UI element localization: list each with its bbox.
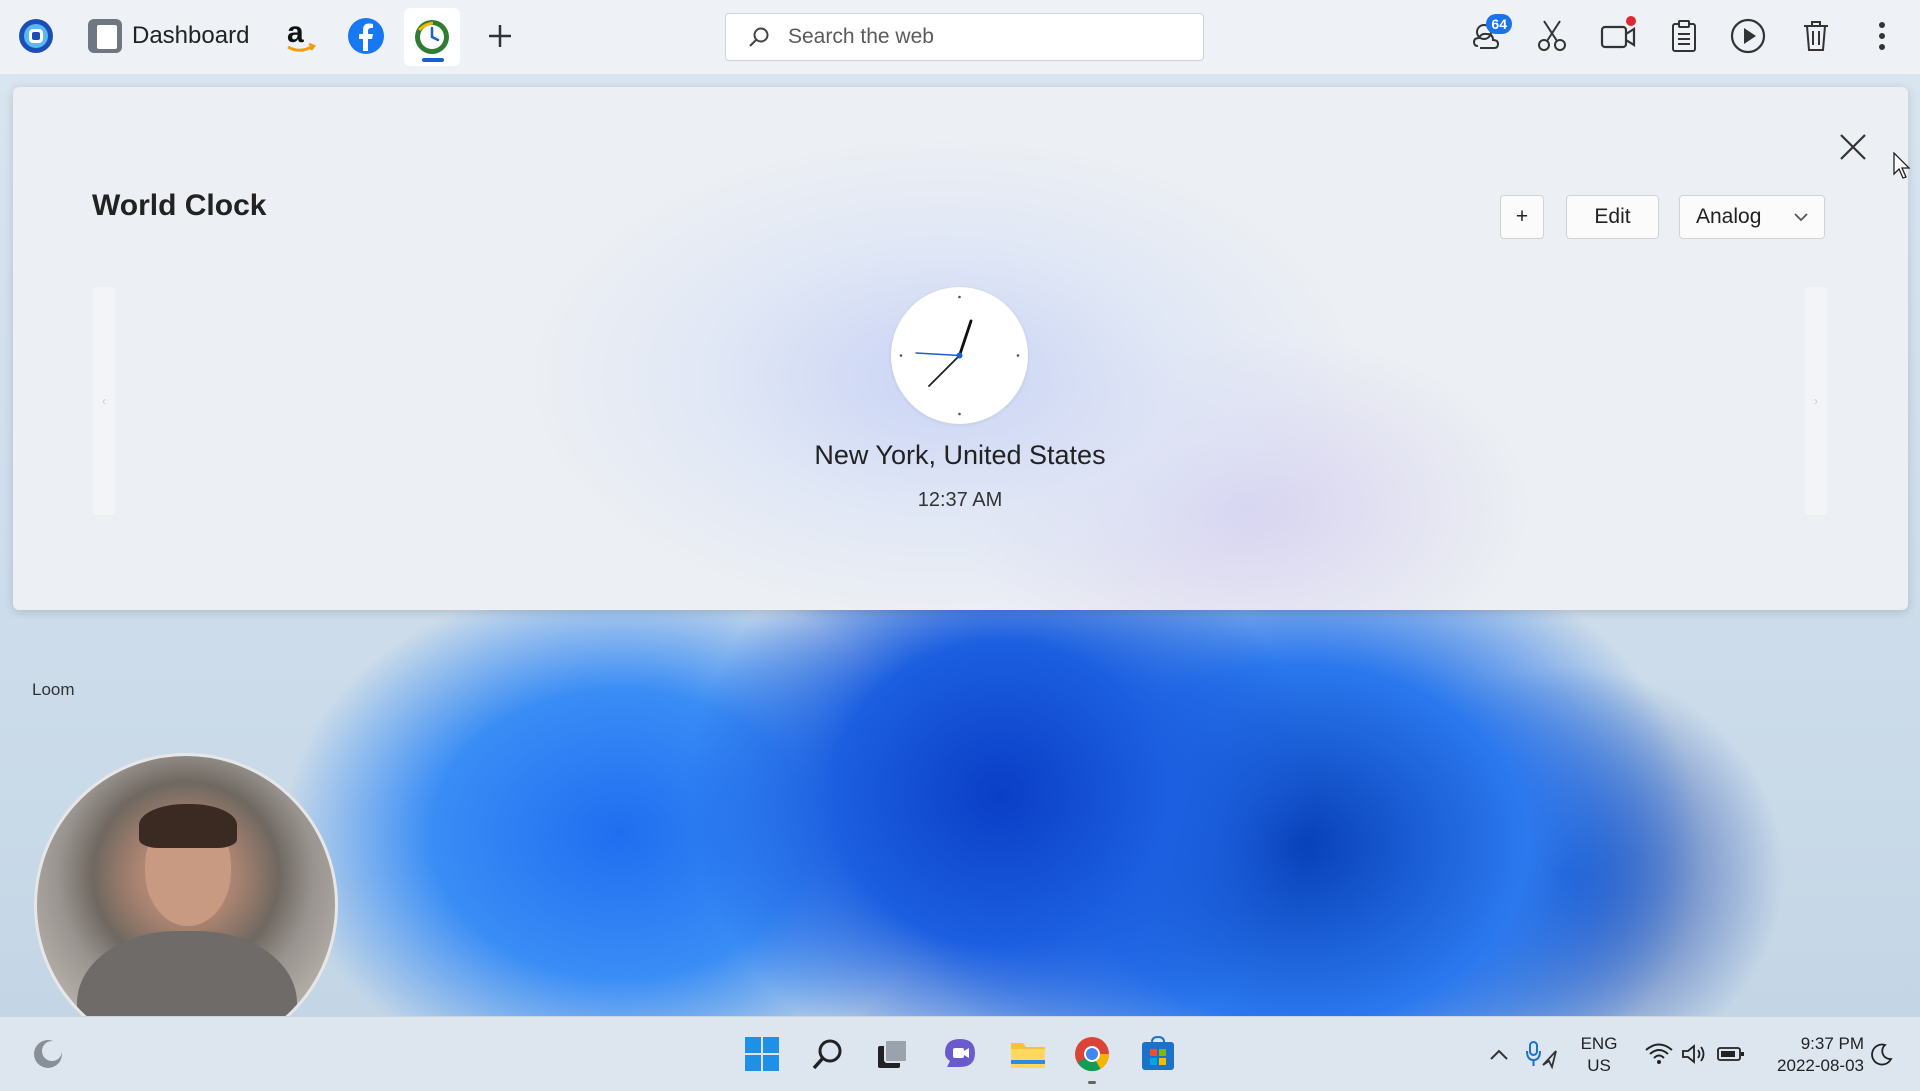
weather-widget-icon: [34, 1040, 62, 1068]
hour-hand: [928, 354, 961, 387]
search-icon: [749, 27, 769, 47]
dashboard-label: Dashboard: [132, 22, 250, 49]
region-code: US: [1587, 1056, 1611, 1075]
facebook-icon[interactable]: [342, 12, 390, 60]
record-video-button[interactable]: [1594, 12, 1642, 60]
clock-date-area[interactable]: 9:37 PM 2022-08-03: [1762, 1033, 1864, 1077]
chevron-up-icon: [1490, 1049, 1508, 1060]
world-clock-panel: World Clock + Edit Analog ‹ › New York, …: [13, 87, 1908, 610]
webcam-bubble[interactable]: [34, 753, 338, 1057]
trash-icon: [1804, 21, 1828, 51]
running-indicator: [1088, 1081, 1096, 1084]
taskbar: ENG US 9:37 PM 2022-08-03: [0, 1016, 1920, 1091]
moon-icon: [1871, 1043, 1893, 1066]
media-play-button[interactable]: [1724, 12, 1772, 60]
add-clock-button[interactable]: +: [1500, 195, 1544, 239]
web-search-box[interactable]: [725, 13, 1204, 61]
plus-icon: [489, 25, 511, 47]
battery-icon: [1717, 1047, 1744, 1061]
focus-assist-button[interactable]: [1864, 1030, 1900, 1078]
store-button[interactable]: [1134, 1030, 1182, 1078]
teams-chat-icon: [945, 1039, 975, 1067]
world-clock-icon: [415, 20, 449, 54]
clock-style-dropdown[interactable]: Analog: [1679, 195, 1825, 239]
world-clock-tab[interactable]: [404, 8, 460, 66]
dashboard-icon: [88, 19, 122, 53]
clipboard-button[interactable]: [1660, 12, 1708, 60]
wifi-icon: [1645, 1043, 1673, 1064]
amazon-icon[interactable]: a: [276, 12, 324, 60]
close-icon: [1840, 134, 1866, 160]
clipboard-icon: [1672, 20, 1696, 52]
volume-icon: [1682, 1044, 1705, 1064]
quick-settings-button[interactable]: [1632, 1030, 1758, 1078]
mic-icon: [1526, 1041, 1557, 1069]
svg-text:a: a: [287, 16, 304, 49]
file-explorer-button[interactable]: [1004, 1030, 1052, 1078]
edit-button[interactable]: Edit: [1566, 195, 1659, 239]
mic-location-button[interactable]: [1522, 1030, 1562, 1078]
webcam-person-hair: [139, 804, 237, 848]
start-button[interactable]: [738, 1030, 786, 1078]
tray-date: 2022-08-03: [1777, 1056, 1864, 1075]
active-tab-indicator: [422, 58, 444, 62]
play-icon: [1730, 18, 1766, 54]
second-hand: [915, 352, 961, 357]
scissors-icon: [1538, 20, 1566, 51]
scroll-left-button[interactable]: ‹: [93, 287, 115, 515]
notification-badge: 64: [1486, 14, 1512, 34]
panel-title: World Clock: [92, 189, 267, 222]
language-code: ENG: [1580, 1034, 1618, 1053]
minute-hand: [958, 319, 973, 357]
input-language[interactable]: ENG US: [1574, 1033, 1624, 1077]
clock-style-value: Analog: [1696, 205, 1762, 228]
app-logo-icon[interactable]: [12, 12, 60, 60]
chevron-down-icon: [1794, 213, 1808, 222]
widget-toolbar: Dashboard a 64: [0, 0, 1920, 75]
clock-city-label: New York, United States: [814, 440, 1106, 470]
chrome-button[interactable]: [1068, 1030, 1116, 1084]
weather-button[interactable]: 64: [1466, 12, 1514, 60]
recording-dot: [1626, 16, 1636, 26]
add-widget-button[interactable]: [476, 12, 524, 60]
file-explorer-icon: [1011, 1043, 1045, 1068]
clock-time-label: 12:37 AM: [917, 489, 1003, 511]
task-view-button[interactable]: [868, 1030, 916, 1078]
dashboard-tab[interactable]: Dashboard: [88, 12, 249, 60]
task-view-icon: [878, 1039, 908, 1068]
chrome-icon: [1075, 1037, 1110, 1072]
teams-chat-button[interactable]: [936, 1030, 984, 1078]
close-panel-button[interactable]: [1833, 127, 1873, 167]
analog-clock: [891, 287, 1028, 424]
taskbar-search-icon: [812, 1039, 842, 1070]
store-icon: [1142, 1036, 1174, 1070]
show-hidden-icons-button[interactable]: [1484, 1030, 1514, 1078]
windows-start-icon: [745, 1037, 779, 1071]
widgets-button[interactable]: [24, 1030, 72, 1078]
loom-label: Loom: [32, 680, 75, 699]
search-input[interactable]: [786, 24, 1170, 50]
mouse-cursor-icon: [1893, 152, 1911, 179]
delete-button[interactable]: [1792, 12, 1840, 60]
taskbar-search-button[interactable]: [804, 1030, 852, 1078]
snip-button[interactable]: [1528, 12, 1576, 60]
scroll-right-button[interactable]: ›: [1805, 287, 1827, 515]
tray-time: 9:37 PM: [1800, 1034, 1864, 1053]
more-options-button[interactable]: [1858, 12, 1906, 60]
more-icon: [1879, 22, 1885, 50]
